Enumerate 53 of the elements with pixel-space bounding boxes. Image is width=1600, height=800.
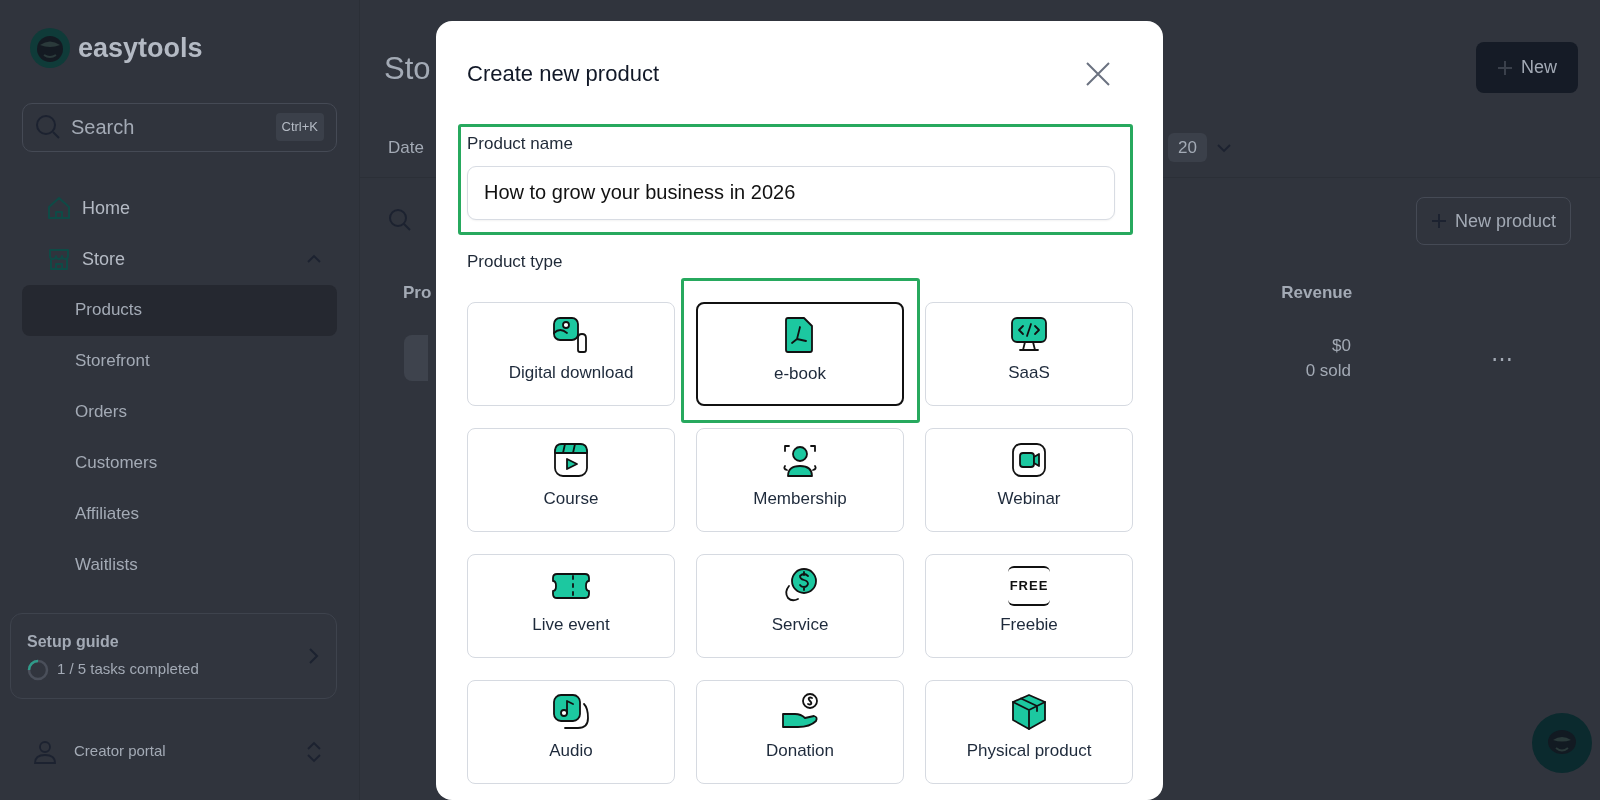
- code-monitor-icon: [1009, 314, 1049, 354]
- page-title: Sto: [384, 50, 431, 88]
- sold-count: 0 sold: [1304, 360, 1351, 382]
- video-player-icon: [551, 440, 591, 480]
- filter-label: Date: [388, 136, 424, 159]
- store-icon: [46, 246, 72, 272]
- nav-item[interactable]: Home: [22, 182, 337, 234]
- setup-card[interactable]: Setup guide 1 / 5 tasks completed: [10, 612, 337, 699]
- shortcut-hint: Ctrl+K: [275, 113, 324, 141]
- dialog-title: Create new product: [467, 60, 659, 88]
- product-type-option[interactable]: Physical product: [925, 680, 1133, 784]
- setup-title: Setup guide: [27, 632, 120, 653]
- close-button[interactable]: [1085, 60, 1111, 87]
- product-type-option[interactable]: Donation: [696, 680, 904, 784]
- product-type-option[interactable]: Membership: [696, 428, 904, 532]
- close-icon: [1085, 60, 1111, 87]
- product-type-option[interactable]: Course: [467, 428, 675, 532]
- sloth-logo: [30, 28, 70, 69]
- music-note-icon: [551, 692, 591, 732]
- box-icon: [1009, 692, 1049, 732]
- nav-item[interactable]: Store: [22, 233, 337, 285]
- product-type-option[interactable]: Digital download: [467, 302, 675, 406]
- column-header: Revenue: [1281, 281, 1353, 304]
- product-type-option[interactable]: SaaS: [925, 302, 1133, 406]
- section-label: Product type: [467, 250, 564, 273]
- product-type-option[interactable]: FREE Freebie: [925, 554, 1133, 658]
- nav-item[interactable]: Customers: [22, 437, 337, 489]
- nav-item[interactable]: Affiliates: [22, 488, 337, 540]
- nav-item[interactable]: Orders: [22, 386, 337, 438]
- nav-item[interactable]: Products: [22, 284, 337, 336]
- progress-ring-icon: [27, 658, 49, 681]
- product-type-option[interactable]: e-book: [696, 302, 904, 406]
- field-label: Product name: [467, 133, 574, 155]
- product-type-option[interactable]: Audio: [467, 680, 675, 784]
- new-button[interactable]: New: [1476, 42, 1578, 93]
- filter-value: 20: [1167, 132, 1207, 163]
- column-header: Pro: [403, 281, 432, 304]
- more-button[interactable]: ⋯: [1491, 341, 1513, 375]
- video-camera-icon: [1009, 440, 1049, 480]
- nav-item[interactable]: Waitlists: [22, 539, 337, 591]
- progress-text: 1 / 5 tasks completed: [57, 659, 199, 680]
- home-icon: [46, 195, 72, 221]
- product-type-option[interactable]: Service: [696, 554, 904, 658]
- nav-item[interactable]: Storefront: [22, 335, 337, 387]
- new-product-button[interactable]: New product: [1415, 197, 1571, 245]
- brand-name: easytools: [78, 32, 203, 65]
- product-type-option[interactable]: Webinar: [925, 428, 1133, 532]
- product-type-option[interactable]: Live event: [467, 554, 675, 658]
- account-switcher[interactable]: Creator portal: [10, 738, 337, 765]
- search-field[interactable]: Search Ctrl+K: [22, 102, 337, 152]
- product-name-field[interactable]: How to grow your business in 2026: [467, 165, 1115, 220]
- plus-icon: [1497, 59, 1513, 76]
- revenue-value: $0: [1331, 334, 1351, 357]
